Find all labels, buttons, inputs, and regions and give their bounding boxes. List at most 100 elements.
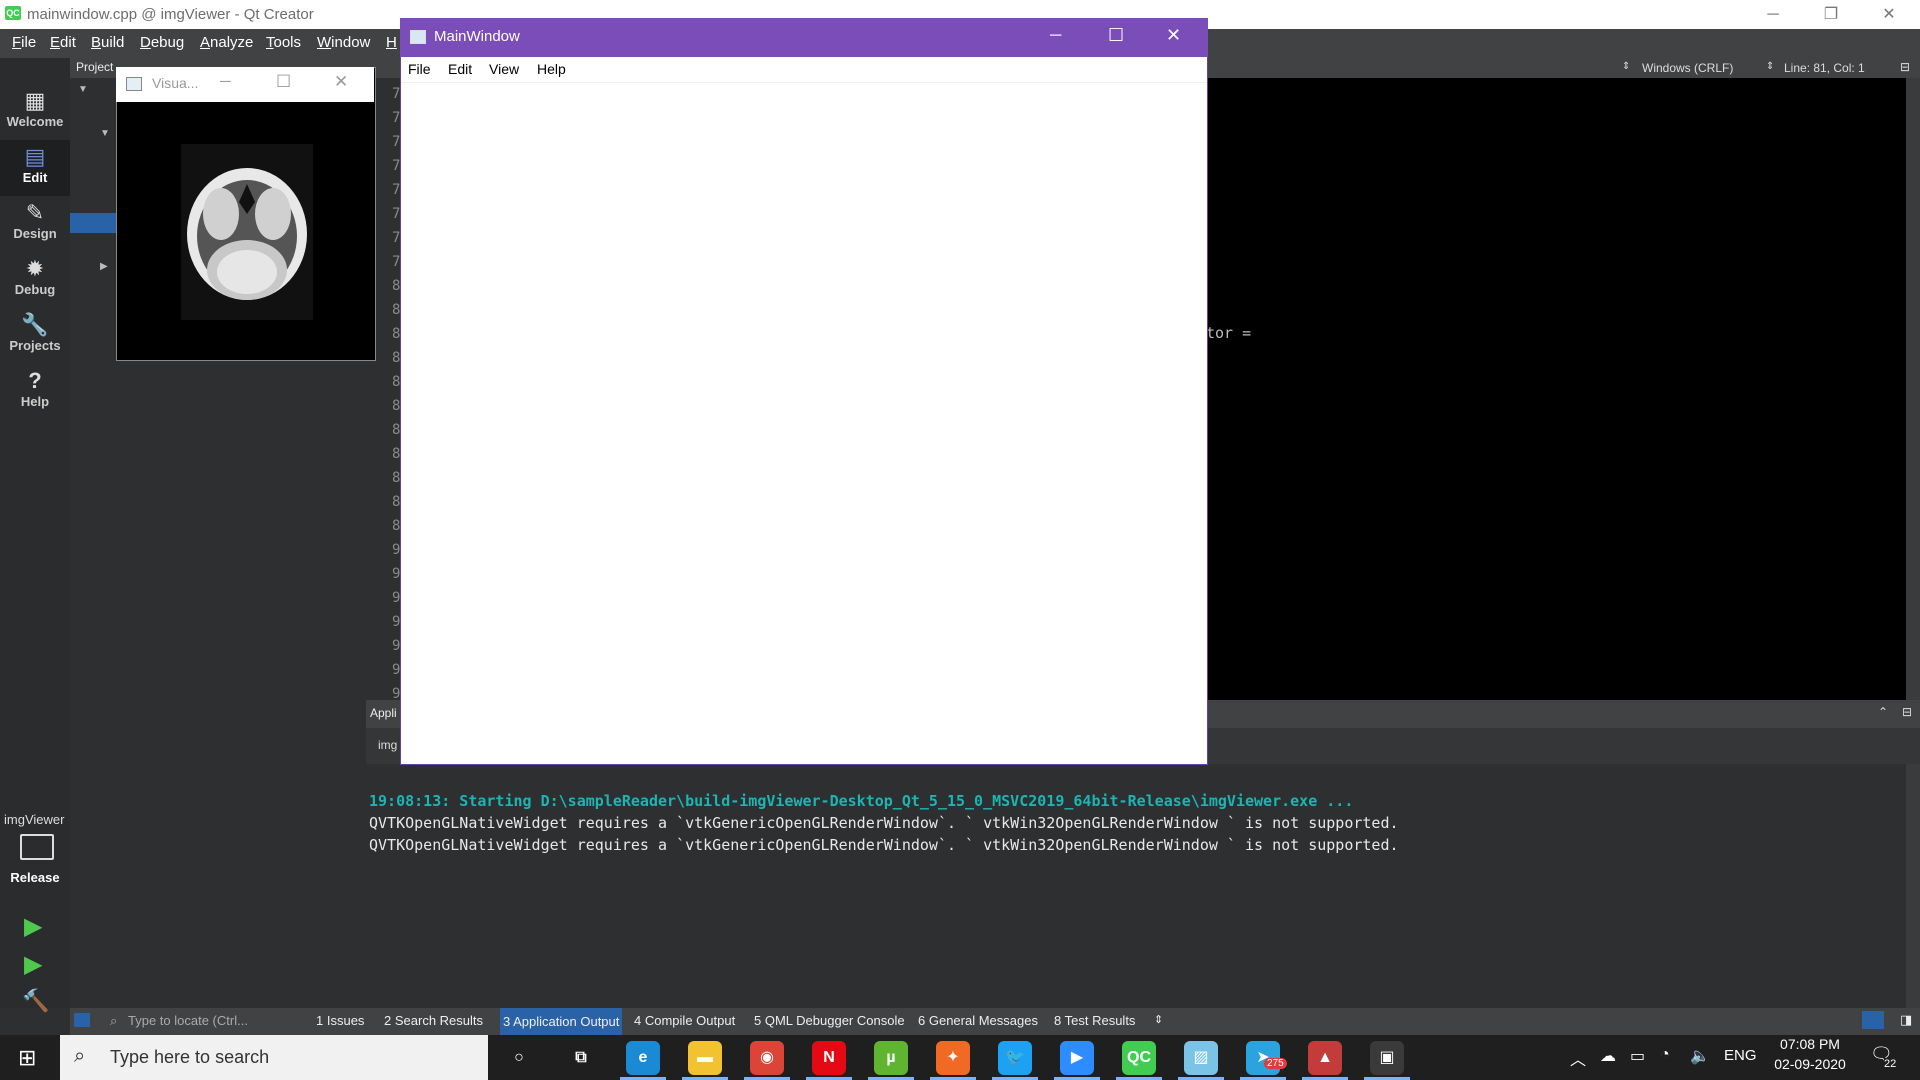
- twitter-icon[interactable]: 🐦: [998, 1041, 1032, 1075]
- close-icon[interactable]: ✕: [1860, 0, 1918, 29]
- mode-edit[interactable]: ▤ Edit: [0, 140, 70, 196]
- output-tab-compile-output[interactable]: 4 Compile Output: [634, 1013, 735, 1028]
- mainwindow-menu-edit[interactable]: Edit: [448, 61, 472, 77]
- mode-selector: ▦ Welcome ▤ Edit ✎ Design ✹ Debug 🔧 Proj…: [0, 58, 70, 1013]
- file-explorer-icon[interactable]: ▬: [688, 1041, 722, 1075]
- chrome-icon[interactable]: ◉: [750, 1041, 784, 1075]
- utorrent-icon[interactable]: µ: [874, 1041, 908, 1075]
- close-icon[interactable]: ✕: [1166, 25, 1181, 46]
- restore-icon[interactable]: ❐: [1802, 0, 1860, 29]
- mainwindow-client-area[interactable]: [400, 18, 1208, 765]
- minimize-icon[interactable]: ─: [1050, 27, 1061, 45]
- help-icon: ?: [28, 368, 42, 393]
- split-icon[interactable]: ⊟: [1900, 60, 1910, 74]
- run-icon[interactable]: ▶: [24, 912, 42, 941]
- maximize-panel-icon[interactable]: ⌃: [1878, 705, 1888, 719]
- output-toggle-icon[interactable]: ◨: [1900, 1012, 1912, 1028]
- compass-icon[interactable]: ✦: [936, 1041, 970, 1075]
- unread-badge: 275: [1264, 1058, 1287, 1069]
- minimize-icon[interactable]: ─: [1744, 0, 1802, 29]
- output-tab-qml-debugger-console[interactable]: 5 QML Debugger Console: [754, 1013, 905, 1028]
- minimize-icon[interactable]: ─: [220, 73, 231, 90]
- application-output[interactable]: 19:08:13: Starting D:\sampleReader\build…: [366, 764, 1920, 1008]
- updown-icon[interactable]: ⇕: [1622, 61, 1630, 72]
- window-icon: [410, 30, 426, 44]
- collapse-arrow-icon[interactable]: ▶: [100, 261, 108, 272]
- zoom-icon[interactable]: ▶: [1060, 1041, 1094, 1075]
- vtk-render-window[interactable]: [116, 67, 376, 361]
- editor-scrollbar[interactable]: [1906, 78, 1920, 700]
- menu-build[interactable]: Build: [91, 34, 124, 51]
- locator-input[interactable]: Type to locate (Ctrl...: [128, 1013, 288, 1028]
- clock[interactable]: 07:08 PM 02-09-2020: [1770, 1036, 1850, 1072]
- line-ending-selector[interactable]: Windows (CRLF): [1642, 61, 1733, 75]
- output-tab-imgviewer[interactable]: img: [378, 738, 397, 752]
- window-icon: [126, 77, 142, 91]
- output-tab-test-results[interactable]: 8 Test Results: [1054, 1013, 1135, 1028]
- battery-icon[interactable]: ▭: [1630, 1046, 1645, 1066]
- selected-tree-row[interactable]: [70, 213, 116, 233]
- edge-icon[interactable]: e: [626, 1041, 660, 1075]
- progress-toggle-icon[interactable]: [1862, 1011, 1884, 1029]
- mode-welcome[interactable]: ▦ Welcome: [0, 84, 70, 140]
- tray-chevron-icon[interactable]: ︿: [1570, 1046, 1586, 1070]
- taskbar-search-box[interactable]: ⌕ Type here to search: [60, 1035, 488, 1080]
- mode-label: Debug: [14, 282, 56, 297]
- mode-debug[interactable]: ✹ Debug: [0, 252, 70, 308]
- updown-icon[interactable]: ⇕: [1154, 1013, 1163, 1026]
- wifi-icon[interactable]: ◔: [1660, 1046, 1670, 1064]
- sidebar-toggle-icon[interactable]: [74, 1013, 90, 1027]
- maximize-icon[interactable]: ☐: [276, 72, 291, 92]
- menu-analyze[interactable]: Analyze: [200, 34, 253, 51]
- mode-help[interactable]: ? Help: [0, 364, 70, 420]
- maximize-icon[interactable]: ☐: [1108, 25, 1124, 46]
- close-icon[interactable]: ✕: [334, 72, 348, 92]
- close-panel-icon[interactable]: ⊟: [1902, 705, 1912, 719]
- output-tab-general-messages[interactable]: 6 General Messages: [918, 1013, 1038, 1028]
- project-pane-title[interactable]: Project: [76, 60, 113, 74]
- expand-arrow-icon[interactable]: ▼: [78, 84, 88, 95]
- task-view-icon[interactable]: ⧉: [564, 1041, 598, 1075]
- imgviewer-app-icon[interactable]: ▣: [1370, 1041, 1404, 1075]
- vtk-window-title: Visua...: [152, 75, 199, 91]
- code-fragment: tor =: [1206, 324, 1252, 342]
- netflix-icon[interactable]: N: [812, 1041, 846, 1075]
- output-tab-application-output[interactable]: 3 Application Output: [500, 1008, 623, 1035]
- vtk-app-icon[interactable]: ▲: [1308, 1041, 1342, 1075]
- mainwindow-menu-help[interactable]: Help: [537, 61, 566, 77]
- output-line: QVTKOpenGLNativeWidget requires a `vtkGe…: [369, 814, 1399, 832]
- windows-start-icon[interactable]: ⊞: [18, 1045, 36, 1071]
- output-scrollbar[interactable]: [1906, 764, 1920, 1008]
- mode-projects[interactable]: 🔧 Projects: [0, 308, 70, 364]
- tab-label: Test Results: [1064, 1013, 1136, 1028]
- menu-help[interactable]: H: [386, 34, 397, 51]
- menu-edit[interactable]: Edit: [50, 34, 76, 51]
- mode-label: Edit: [22, 170, 48, 185]
- output-tab-search-results[interactable]: 2 Search Results: [384, 1013, 483, 1028]
- notepad-icon[interactable]: ▨: [1184, 1041, 1218, 1075]
- mode-design[interactable]: ✎ Design: [0, 196, 70, 252]
- updown-icon[interactable]: ⇕: [1766, 61, 1774, 72]
- language-indicator[interactable]: ENG: [1724, 1047, 1757, 1064]
- mainwindow-menu-view[interactable]: View: [489, 61, 519, 77]
- debug-run-icon[interactable]: ▶: [24, 950, 42, 979]
- menu-file[interactable]: File: [12, 34, 36, 51]
- menu-debug[interactable]: Debug: [140, 34, 184, 51]
- output-tab-issues[interactable]: 1 Issues: [316, 1013, 364, 1028]
- build-hammer-icon[interactable]: 🔨: [22, 988, 49, 1014]
- edit-icon: ▤: [24, 144, 46, 169]
- cursor-position[interactable]: Line: 81, Col: 1: [1784, 61, 1865, 75]
- notification-count: 22: [1884, 1058, 1897, 1070]
- tab-label: Issues: [326, 1013, 365, 1028]
- qt-creator-icon[interactable]: QC: [1122, 1041, 1156, 1075]
- volume-icon[interactable]: 🔈: [1690, 1046, 1710, 1066]
- build-config-label[interactable]: Release: [8, 870, 62, 885]
- onedrive-icon[interactable]: ☁: [1600, 1046, 1616, 1066]
- menu-tools[interactable]: Tools: [266, 34, 301, 51]
- menu-window[interactable]: Window: [317, 34, 370, 51]
- cortana-icon[interactable]: ○: [502, 1041, 536, 1075]
- monitor-icon[interactable]: [20, 834, 54, 860]
- mainwindow-menu-file[interactable]: File: [408, 61, 431, 77]
- mainwindow-menubar: File Edit View Help: [401, 57, 1207, 83]
- expand-arrow-icon[interactable]: ▼: [100, 128, 110, 139]
